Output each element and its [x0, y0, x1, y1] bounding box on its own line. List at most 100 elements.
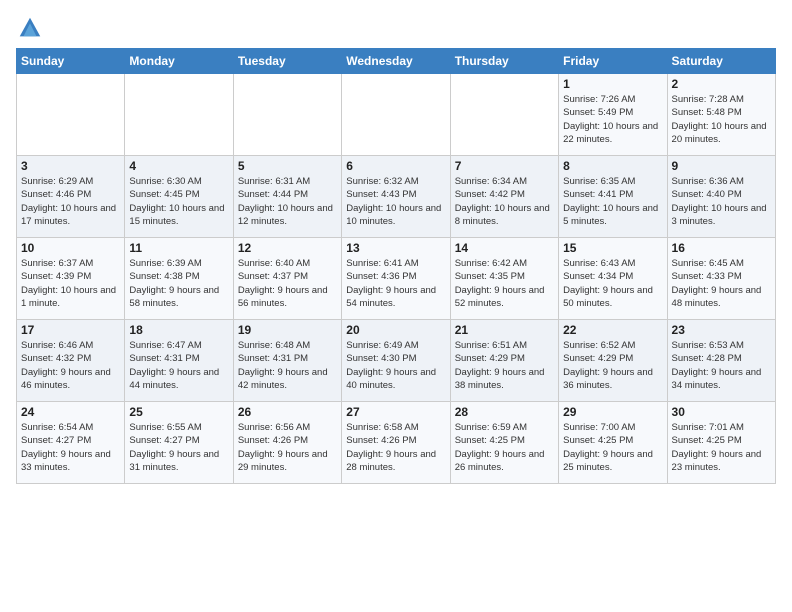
day-number: 7 [455, 159, 554, 173]
calendar-cell [125, 74, 233, 156]
calendar-cell [342, 74, 450, 156]
calendar-cell: 11 Sunrise: 6:39 AM Sunset: 4:38 PM Dayli… [125, 238, 233, 320]
day-info: Sunrise: 6:54 AM Sunset: 4:27 PM Dayligh… [21, 421, 120, 474]
day-info: Sunrise: 6:37 AM Sunset: 4:39 PM Dayligh… [21, 257, 120, 310]
calendar-cell: 30 Sunrise: 7:01 AM Sunset: 4:25 PM Dayli… [667, 402, 775, 484]
calendar-cell: 19 Sunrise: 6:48 AM Sunset: 4:31 PM Dayli… [233, 320, 341, 402]
day-number: 2 [672, 77, 771, 91]
calendar-cell: 9 Sunrise: 6:36 AM Sunset: 4:40 PM Daylig… [667, 156, 775, 238]
calendar: SundayMondayTuesdayWednesdayThursdayFrid… [16, 48, 776, 484]
day-number: 23 [672, 323, 771, 337]
day-number: 22 [563, 323, 662, 337]
day-number: 24 [21, 405, 120, 419]
day-number: 12 [238, 241, 337, 255]
day-number: 11 [129, 241, 228, 255]
day-number: 14 [455, 241, 554, 255]
day-number: 4 [129, 159, 228, 173]
day-info: Sunrise: 6:36 AM Sunset: 4:40 PM Dayligh… [672, 175, 771, 228]
day-info: Sunrise: 6:49 AM Sunset: 4:30 PM Dayligh… [346, 339, 445, 392]
weekday-header-friday: Friday [559, 49, 667, 74]
logo-icon [16, 14, 44, 42]
calendar-week-1: 1 Sunrise: 7:26 AM Sunset: 5:49 PM Daylig… [17, 74, 776, 156]
day-info: Sunrise: 6:45 AM Sunset: 4:33 PM Dayligh… [672, 257, 771, 310]
calendar-cell: 14Sunrise: 6:42 AM Sunset: 4:35 PM Dayli… [450, 238, 558, 320]
weekday-header-saturday: Saturday [667, 49, 775, 74]
calendar-cell: 12 Sunrise: 6:40 AM Sunset: 4:37 PM Dayli… [233, 238, 341, 320]
day-info: Sunrise: 7:26 AM Sunset: 5:49 PM Dayligh… [563, 93, 662, 146]
calendar-cell: 27 Sunrise: 6:58 AM Sunset: 4:26 PM Dayli… [342, 402, 450, 484]
day-info: Sunrise: 6:29 AM Sunset: 4:46 PM Dayligh… [21, 175, 120, 228]
day-number: 18 [129, 323, 228, 337]
day-info: Sunrise: 6:51 AM Sunset: 4:29 PM Dayligh… [455, 339, 554, 392]
calendar-cell [233, 74, 341, 156]
page: SundayMondayTuesdayWednesdayThursdayFrid… [0, 0, 792, 612]
day-info: Sunrise: 6:59 AM Sunset: 4:25 PM Dayligh… [455, 421, 554, 474]
weekday-header-tuesday: Tuesday [233, 49, 341, 74]
calendar-cell: 21 Sunrise: 6:51 AM Sunset: 4:29 PM Dayli… [450, 320, 558, 402]
day-number: 1 [563, 77, 662, 91]
day-info: Sunrise: 6:39 AM Sunset: 4:38 PM Dayligh… [129, 257, 228, 310]
day-info: Sunrise: 6:30 AM Sunset: 4:45 PM Dayligh… [129, 175, 228, 228]
calendar-cell [17, 74, 125, 156]
header [16, 10, 776, 42]
calendar-cell [450, 74, 558, 156]
calendar-cell: 8Sunrise: 6:35 AM Sunset: 4:41 PM Daylig… [559, 156, 667, 238]
calendar-cell: 20Sunrise: 6:49 AM Sunset: 4:30 PM Dayli… [342, 320, 450, 402]
day-info: Sunrise: 6:55 AM Sunset: 4:27 PM Dayligh… [129, 421, 228, 474]
calendar-cell: 29 Sunrise: 7:00 AM Sunset: 4:25 PM Dayli… [559, 402, 667, 484]
calendar-cell: 6 Sunrise: 6:32 AM Sunset: 4:43 PM Daylig… [342, 156, 450, 238]
calendar-cell: 24 Sunrise: 6:54 AM Sunset: 4:27 PM Dayli… [17, 402, 125, 484]
day-info: Sunrise: 6:32 AM Sunset: 4:43 PM Dayligh… [346, 175, 445, 228]
day-number: 21 [455, 323, 554, 337]
day-number: 17 [21, 323, 120, 337]
day-info: Sunrise: 7:00 AM Sunset: 4:25 PM Dayligh… [563, 421, 662, 474]
day-info: Sunrise: 6:41 AM Sunset: 4:36 PM Dayligh… [346, 257, 445, 310]
day-info: Sunrise: 6:58 AM Sunset: 4:26 PM Dayligh… [346, 421, 445, 474]
day-number: 8 [563, 159, 662, 173]
day-number: 19 [238, 323, 337, 337]
day-info: Sunrise: 6:43 AM Sunset: 4:34 PM Dayligh… [563, 257, 662, 310]
calendar-cell: 23 Sunrise: 6:53 AM Sunset: 4:28 PM Dayli… [667, 320, 775, 402]
day-info: Sunrise: 7:01 AM Sunset: 4:25 PM Dayligh… [672, 421, 771, 474]
day-number: 28 [455, 405, 554, 419]
calendar-cell: 15Sunrise: 6:43 AM Sunset: 4:34 PM Dayli… [559, 238, 667, 320]
day-number: 25 [129, 405, 228, 419]
weekday-header-thursday: Thursday [450, 49, 558, 74]
logo [16, 14, 48, 42]
day-number: 26 [238, 405, 337, 419]
day-number: 6 [346, 159, 445, 173]
calendar-cell: 2 Sunrise: 7:28 AM Sunset: 5:48 PM Daylig… [667, 74, 775, 156]
day-info: Sunrise: 6:40 AM Sunset: 4:37 PM Dayligh… [238, 257, 337, 310]
day-number: 9 [672, 159, 771, 173]
day-number: 27 [346, 405, 445, 419]
calendar-cell: 25 Sunrise: 6:55 AM Sunset: 4:27 PM Dayli… [125, 402, 233, 484]
calendar-cell: 28 Sunrise: 6:59 AM Sunset: 4:25 PM Dayli… [450, 402, 558, 484]
day-number: 13 [346, 241, 445, 255]
calendar-cell: 16 Sunrise: 6:45 AM Sunset: 4:33 PM Dayli… [667, 238, 775, 320]
weekday-header-sunday: Sunday [17, 49, 125, 74]
calendar-cell: 3Sunrise: 6:29 AM Sunset: 4:46 PM Daylig… [17, 156, 125, 238]
calendar-cell: 7 Sunrise: 6:34 AM Sunset: 4:42 PM Daylig… [450, 156, 558, 238]
calendar-cell: 18 Sunrise: 6:47 AM Sunset: 4:31 PM Dayli… [125, 320, 233, 402]
day-info: Sunrise: 6:53 AM Sunset: 4:28 PM Dayligh… [672, 339, 771, 392]
day-info: Sunrise: 6:56 AM Sunset: 4:26 PM Dayligh… [238, 421, 337, 474]
day-number: 29 [563, 405, 662, 419]
calendar-header-row: SundayMondayTuesdayWednesdayThursdayFrid… [17, 49, 776, 74]
calendar-cell: 13 Sunrise: 6:41 AM Sunset: 4:36 PM Dayli… [342, 238, 450, 320]
day-info: Sunrise: 6:31 AM Sunset: 4:44 PM Dayligh… [238, 175, 337, 228]
day-number: 30 [672, 405, 771, 419]
calendar-cell: 4 Sunrise: 6:30 AM Sunset: 4:45 PM Daylig… [125, 156, 233, 238]
day-info: Sunrise: 6:46 AM Sunset: 4:32 PM Dayligh… [21, 339, 120, 392]
day-info: Sunrise: 6:48 AM Sunset: 4:31 PM Dayligh… [238, 339, 337, 392]
day-info: Sunrise: 7:28 AM Sunset: 5:48 PM Dayligh… [672, 93, 771, 146]
day-info: Sunrise: 6:47 AM Sunset: 4:31 PM Dayligh… [129, 339, 228, 392]
day-number: 5 [238, 159, 337, 173]
calendar-week-4: 17 Sunrise: 6:46 AM Sunset: 4:32 PM Dayli… [17, 320, 776, 402]
calendar-cell: 26 Sunrise: 6:56 AM Sunset: 4:26 PM Dayli… [233, 402, 341, 484]
day-number: 16 [672, 241, 771, 255]
day-info: Sunrise: 6:34 AM Sunset: 4:42 PM Dayligh… [455, 175, 554, 228]
calendar-cell: 17 Sunrise: 6:46 AM Sunset: 4:32 PM Dayli… [17, 320, 125, 402]
calendar-cell: 1 Sunrise: 7:26 AM Sunset: 5:49 PM Daylig… [559, 74, 667, 156]
calendar-week-2: 3Sunrise: 6:29 AM Sunset: 4:46 PM Daylig… [17, 156, 776, 238]
weekday-header-wednesday: Wednesday [342, 49, 450, 74]
